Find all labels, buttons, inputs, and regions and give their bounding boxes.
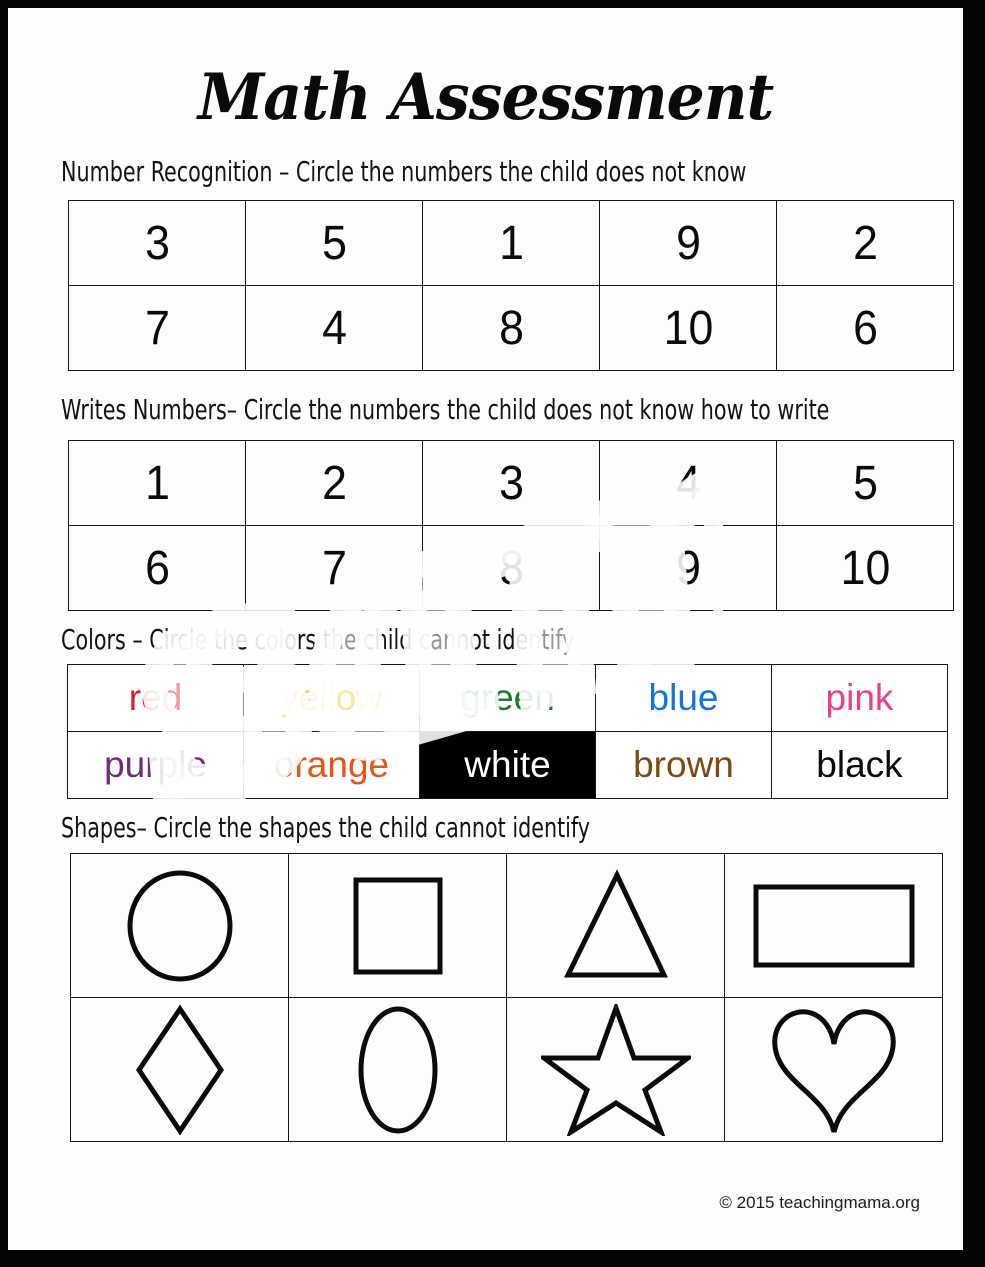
shape-cell-rectangle[interactable] — [724, 853, 943, 998]
number-cell[interactable]: 1 — [74, 440, 240, 526]
number-cell[interactable]: 1 — [428, 200, 594, 286]
number-cell[interactable]: 2 — [251, 440, 417, 526]
table-row: 1 2 3 4 5 — [69, 440, 954, 526]
photo-frame: Math Assessment Number Recognition – Cir… — [0, 0, 985, 1267]
shape-cell-heart[interactable] — [724, 997, 943, 1142]
star-icon — [540, 1003, 691, 1136]
writes-numbers-table: 1 2 3 4 5 6 7 8 9 10 — [68, 440, 954, 611]
table-row — [70, 997, 943, 1142]
shape-cell-star[interactable] — [506, 997, 725, 1142]
oval-icon — [358, 1006, 437, 1133]
worksheet-page: Math Assessment Number Recognition – Cir… — [8, 8, 963, 1250]
table-row — [70, 853, 943, 998]
number-cell[interactable]: 10 — [782, 525, 948, 611]
number-recognition-table: 3 5 1 9 2 7 4 8 10 6 — [68, 200, 954, 371]
number-cell[interactable]: 5 — [251, 200, 417, 286]
color-cell-white[interactable]: white — [419, 731, 596, 799]
color-cell-green[interactable]: green — [419, 664, 596, 732]
number-cell[interactable]: 9 — [605, 525, 771, 611]
copyright-footer: © 2015 teachingmama.org — [719, 1193, 920, 1212]
color-cell-orange[interactable]: orange — [243, 731, 420, 799]
shapes-table — [70, 853, 943, 1142]
number-cell[interactable]: 3 — [428, 440, 594, 526]
circle-icon — [127, 870, 232, 981]
number-recognition-heading: Number Recognition – Circle the numbers … — [61, 155, 747, 188]
number-cell[interactable]: 10 — [605, 285, 771, 371]
writes-numbers-heading: Writes Numbers– Circle the numbers the c… — [61, 393, 830, 426]
shape-cell-diamond[interactable] — [70, 997, 289, 1142]
color-cell-yellow[interactable]: yellow — [243, 664, 420, 732]
table-row: 6 7 8 9 10 — [69, 525, 954, 611]
triangle-icon — [563, 868, 668, 977]
heart-icon — [771, 1008, 896, 1133]
square-icon — [353, 877, 442, 974]
number-cell[interactable]: 6 — [74, 525, 240, 611]
number-cell[interactable]: 4 — [605, 440, 771, 526]
shape-cell-circle[interactable] — [70, 853, 289, 998]
color-cell-brown[interactable]: brown — [595, 731, 772, 799]
table-row: red yellow green blue pink — [67, 664, 948, 732]
shapes-heading: Shapes– Circle the shapes the child cann… — [61, 811, 591, 844]
number-cell[interactable]: 5 — [782, 440, 948, 526]
diamond-icon — [135, 1004, 224, 1135]
rectangle-icon — [753, 884, 914, 967]
number-cell[interactable]: 3 — [74, 200, 240, 286]
color-cell-purple[interactable]: purple — [67, 731, 244, 799]
shape-cell-oval[interactable] — [288, 997, 507, 1142]
table-row: 3 5 1 9 2 — [69, 200, 954, 286]
number-cell[interactable]: 9 — [605, 200, 771, 286]
number-cell[interactable]: 7 — [251, 525, 417, 611]
table-row: 7 4 8 10 6 — [69, 285, 954, 371]
table-row: purple orange white brown black — [67, 731, 948, 799]
shape-cell-square[interactable] — [288, 853, 507, 998]
number-cell[interactable]: 8 — [428, 525, 594, 611]
number-cell[interactable]: 8 — [428, 285, 594, 371]
number-cell[interactable]: 4 — [251, 285, 417, 371]
number-cell[interactable]: 7 — [74, 285, 240, 371]
color-cell-red[interactable]: red — [67, 664, 244, 732]
number-cell[interactable]: 2 — [782, 200, 948, 286]
color-cell-pink[interactable]: pink — [771, 664, 948, 732]
page-title: Math Assessment — [197, 60, 774, 136]
colors-table: red yellow green blue pink purple orange… — [67, 664, 948, 799]
number-cell[interactable]: 6 — [782, 285, 948, 371]
colors-heading: Colors – Circle the colors the child can… — [61, 623, 575, 656]
color-cell-black[interactable]: black — [771, 731, 948, 799]
shape-cell-triangle[interactable] — [506, 853, 725, 998]
color-cell-blue[interactable]: blue — [595, 664, 772, 732]
